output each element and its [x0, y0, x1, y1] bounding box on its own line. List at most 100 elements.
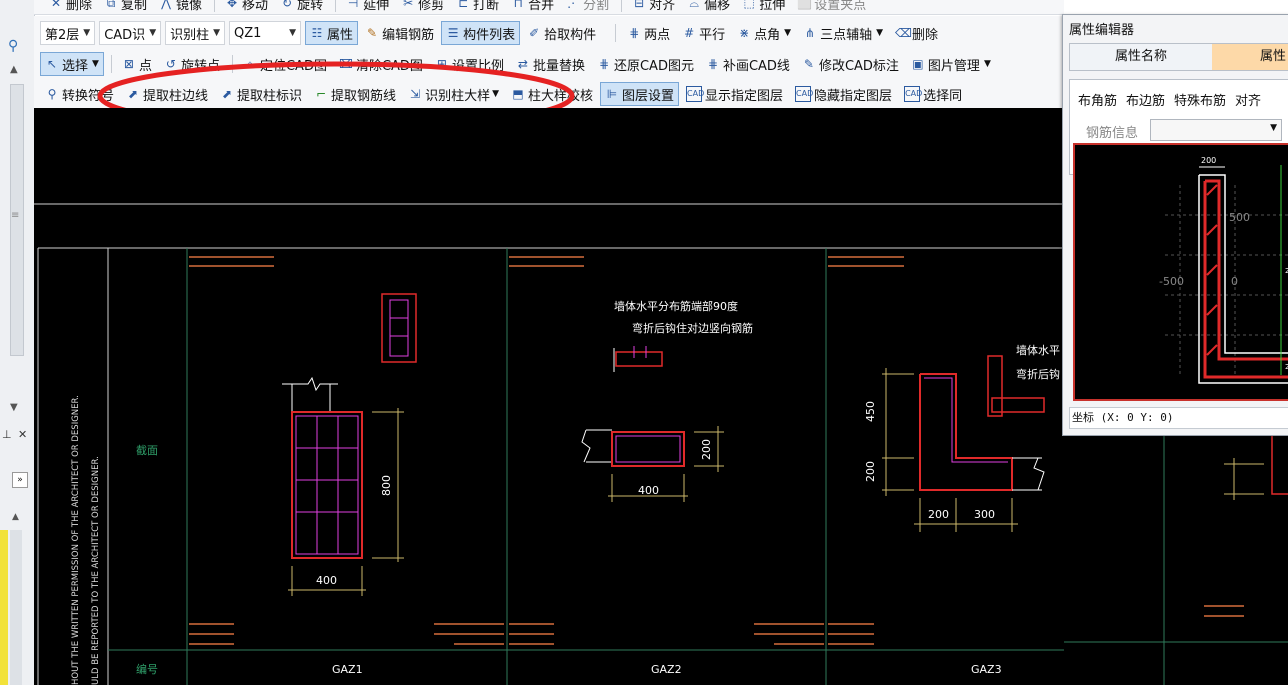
chevron-down-icon: ▼ — [784, 28, 792, 38]
row-label-section: 截面 — [136, 443, 158, 457]
note-wall-rebar-1: 墙体水平分布筋端部90度 — [614, 299, 738, 313]
edit-rebar-button[interactable]: ✎ 编辑钢筋 — [360, 21, 439, 45]
parallel-button[interactable]: # 平行 — [677, 21, 730, 45]
extract-column-edge-button[interactable]: ⬈ 提取柱边线 — [121, 82, 213, 106]
trim-button[interactable]: ✂ 修剪 — [396, 0, 449, 14]
extend-button[interactable]: ⊣ 延伸 — [341, 0, 394, 14]
hide-layer-button[interactable]: CAD 隐藏指定图层 — [790, 82, 897, 106]
image-manage-button[interactable]: ▣ 图片管理 ▼ — [906, 52, 996, 76]
rotate-button[interactable]: ↻ 旋转 — [275, 0, 328, 14]
offset-button[interactable]: ⌓ 偏移 — [682, 0, 735, 14]
delete-button[interactable]: ✕ 删除 — [44, 0, 97, 14]
rebar-info-select[interactable]: ▼ — [1150, 119, 1282, 141]
column-name-gaz3: GAZ3 — [971, 663, 1002, 676]
batch-replace-label: 批量替换 — [532, 58, 585, 74]
cad-drawing[interactable]: HOUT THE WRITTEN PERMISSION OF THE ARCHI… — [34, 108, 1064, 685]
layer-settings-button[interactable]: ⊫ 图层设置 — [600, 82, 680, 106]
grip-settings-button[interactable]: ⬜ 设置夹点 — [792, 0, 871, 14]
locate-cad-button[interactable]: ⌖ 定位CAD图 — [238, 52, 332, 76]
vertical-scroll-track[interactable] — [10, 530, 22, 685]
delete-icon: ✕ — [50, 0, 62, 10]
close-icon[interactable]: ✕ — [18, 428, 27, 441]
component-dropdown[interactable]: QZ1 ▼ — [229, 21, 302, 45]
three-point-axis-button[interactable]: ⋔ 三点辅轴 ▼ — [798, 21, 888, 45]
mirror-button[interactable]: ⋀ 镜像 — [154, 0, 207, 14]
delete-axis-button[interactable]: ⌫ 删除 — [890, 21, 943, 45]
rotate-point-button[interactable]: ↺ 旋转点 — [159, 52, 225, 76]
fill-cad-line-button[interactable]: ⋕ 补画CAD线 — [701, 52, 795, 76]
point-button[interactable]: ⊠ 点 — [117, 52, 157, 76]
tab-align[interactable]: 对齐 — [1235, 90, 1261, 109]
layers-icon: ⊫ — [606, 87, 618, 101]
edit-rebar-label: 编辑钢筋 — [382, 27, 435, 43]
check-column-detail-button[interactable]: ⬒ 柱大样校核 — [506, 82, 598, 106]
header-property-name[interactable]: 属性名称 — [1070, 44, 1213, 70]
pick-component-button[interactable]: ✐ 拾取构件 — [522, 21, 601, 45]
expand-icon[interactable]: » — [12, 472, 28, 488]
copy-button[interactable]: ⧉ 复制 — [99, 0, 152, 14]
separator — [621, 0, 623, 12]
restore-cad-button[interactable]: ⋕ 还原CAD图元 — [592, 52, 699, 76]
tab-edge-rebar[interactable]: 布边筋 — [1126, 90, 1165, 109]
recognize-column-detail-label: 识别柱大样 — [425, 88, 491, 104]
stretch-label: 拉伸 — [759, 0, 786, 13]
merge-button[interactable]: ⊓ 合并 — [506, 0, 559, 14]
toolbar-component: 第2层 ▼ CAD识 ▼ 识别柱 ▼ QZ1 ▼ ☷ 属性 ✎ 编辑钢筋 ☰ 构件列表 ✐ 拾取… — [34, 16, 1064, 49]
point-angle-button[interactable]: ⋇ 点角 ▼ — [732, 21, 796, 45]
yellow-indicator — [0, 530, 8, 685]
toolbar-cad: ↖ 选择 ▼ ⊠ 点 ↺ 旋转点 ⌖ 定位CAD图 ⌧ 清除CAD图 ⊞ 设置比例 ⇄ 批量替换… — [34, 48, 1064, 79]
trim-icon: ✂ — [403, 0, 414, 10]
select-same-button[interactable]: CAD 选择同 — [899, 82, 967, 106]
mirror-icon: ⋀ — [161, 0, 171, 10]
copy-icon: ⧉ — [106, 0, 116, 10]
scroll-up-icon-2[interactable]: ▲ — [12, 512, 19, 522]
scroll-down-icon[interactable]: ▼ — [10, 402, 18, 413]
recognize-column-detail-button[interactable]: ⇲ 识别柱大样 ▼ — [403, 82, 504, 106]
cad-dropdown[interactable]: CAD识 ▼ — [99, 21, 162, 45]
dim-gaz3-300: 300 — [974, 508, 995, 521]
gaz2-small-detail — [613, 346, 663, 372]
two-points-button[interactable]: ⋕ 两点 — [622, 21, 675, 45]
property-editor-panel[interactable]: 属性编辑器 属性名称 属性 布角筋 布边筋 特殊布筋 对齐 钢筋信息 ▼ 200… — [1062, 14, 1288, 436]
component-list-button[interactable]: ☰ 构件列表 — [441, 21, 521, 45]
header-property-value[interactable]: 属性 — [1212, 44, 1288, 70]
pin-icon[interactable]: ⊥ — [2, 428, 12, 441]
restore-cad-label: 还原CAD图元 — [613, 58, 694, 74]
align-button[interactable]: ⊟ 对齐 — [627, 0, 680, 14]
split-button[interactable]: ⋰ 分割 — [561, 0, 614, 14]
floor-dropdown[interactable]: 第2层 ▼ — [40, 21, 96, 45]
extract-label-icon: ⬈ — [222, 87, 233, 101]
tab-corner-rebar[interactable]: 布角筋 — [1078, 90, 1117, 109]
cad-select-icon: CAD — [904, 86, 922, 102]
search-icon[interactable]: ⚲ — [8, 38, 26, 56]
convert-symbol-button[interactable]: ⚲ 转换符号 — [40, 82, 119, 106]
fill-cad-line-label: 补画CAD线 — [722, 58, 790, 74]
extract-rebar-line-label: 提取钢筋线 — [331, 88, 397, 104]
chevron-down-icon: ▼ — [492, 89, 499, 99]
layer-settings-label: 图层设置 — [622, 88, 675, 104]
properties-button[interactable]: ☷ 属性 — [305, 21, 359, 45]
extract-rebar-line-button[interactable]: ⌐ 提取钢筋线 — [309, 82, 401, 106]
two-points-label: 两点 — [644, 27, 671, 43]
batch-replace-button[interactable]: ⇄ 批量替换 — [511, 52, 590, 76]
select-button[interactable]: ↖ 选择 ▼ — [40, 52, 104, 76]
locate-icon: ⌖ — [246, 57, 254, 71]
rebar-preview[interactable]: 200 500 -500 0 2400 200 — [1073, 143, 1288, 401]
break-button[interactable]: ⊏ 打断 — [451, 0, 504, 14]
recognize-dropdown[interactable]: 识别柱 ▼ — [165, 21, 226, 45]
clear-cad-button[interactable]: ⌧ 清除CAD图 — [334, 52, 428, 76]
cad-canvas[interactable]: HOUT THE WRITTEN PERMISSION OF THE ARCHI… — [34, 108, 1064, 685]
parallel-label: 平行 — [699, 27, 726, 43]
image-icon: ▣ — [912, 57, 924, 71]
show-layer-button[interactable]: CAD 显示指定图层 — [681, 82, 788, 106]
modify-cad-label-button[interactable]: ✎ 修改CAD标注 — [797, 52, 904, 76]
set-scale-button[interactable]: ⊞ 设置比例 — [430, 52, 509, 76]
list-icon: ☰ — [447, 26, 459, 40]
stretch-icon: ⬚ — [743, 0, 755, 10]
stretch-button[interactable]: ⬚ 拉伸 — [737, 0, 790, 14]
extract-column-label-button[interactable]: ⬈ 提取柱标识 — [215, 82, 307, 106]
tab-special-rebar[interactable]: 特殊布筋 — [1174, 90, 1226, 109]
hide-layer-label: 隐藏指定图层 — [814, 88, 893, 104]
move-button[interactable]: ✥ 移动 — [220, 0, 273, 14]
scroll-up-icon[interactable]: ▲ — [10, 64, 18, 75]
